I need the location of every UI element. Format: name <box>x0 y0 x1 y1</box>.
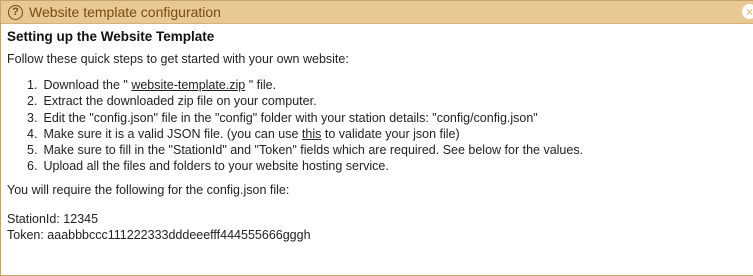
credentials-block: StationId: 12345 Token: aaabbbccc1112223… <box>7 211 753 243</box>
step-text: " file. <box>245 78 277 92</box>
step-number: 4. <box>27 126 38 141</box>
step-text: Upload all the files and folders to your… <box>43 159 389 174</box>
dialog-content: Setting up the Website Template Follow t… <box>1 27 753 243</box>
intro-text: Follow these quick steps to get started … <box>7 52 349 66</box>
step-text: to validate your json file) <box>321 126 460 141</box>
step-number: 1. <box>27 78 38 92</box>
step-number: 6. <box>27 159 38 174</box>
step-item-1: 1. Download the " website-template.zip "… <box>27 77 753 93</box>
section-heading: Setting up the Website Template <box>7 29 215 44</box>
step-item-5: 5. Make sure to fill in the "StationId" … <box>27 142 753 158</box>
step-item-3: 3. Edit the "config.json" file in the "c… <box>27 110 753 126</box>
step-number: 5. <box>27 143 38 158</box>
step-number: 3. <box>27 110 38 125</box>
step-item-2: 2. Extract the downloaded zip file on yo… <box>27 93 753 109</box>
step-item-4: 4. Make sure it is a valid JSON file. (y… <box>27 126 753 142</box>
step-text: Edit the "config.json" file in the "conf… <box>43 110 538 125</box>
json-validator-link[interactable]: this <box>302 127 321 141</box>
step-text: Make sure to fill in the "StationId" and… <box>43 143 584 158</box>
download-zip-link[interactable]: website-template.zip <box>131 78 245 92</box>
step-text: Make sure it is a valid JSON file. (you … <box>43 126 302 141</box>
dialog-title: Website template configuration <box>29 4 221 20</box>
config-dialog: ? Website template configuration × Setti… <box>0 0 753 276</box>
step-text: Extract the downloaded zip file on your … <box>43 94 317 109</box>
token-value: Token: aaabbbccc111222333dddeeefff444555… <box>7 227 311 242</box>
help-icon[interactable]: ? <box>8 4 23 20</box>
step-number: 2. <box>27 94 38 109</box>
steps-list: 1. Download the " website-template.zip "… <box>7 77 753 175</box>
require-text: You will require the following for the c… <box>7 182 290 197</box>
close-icon[interactable]: × <box>742 4 753 19</box>
dialog-titlebar: ? Website template configuration × <box>1 1 753 24</box>
step-item-6: 6. Upload all the files and folders to y… <box>27 158 753 174</box>
step-text: Download the " <box>43 78 132 92</box>
station-id-value: StationId: 12345 <box>7 211 99 226</box>
